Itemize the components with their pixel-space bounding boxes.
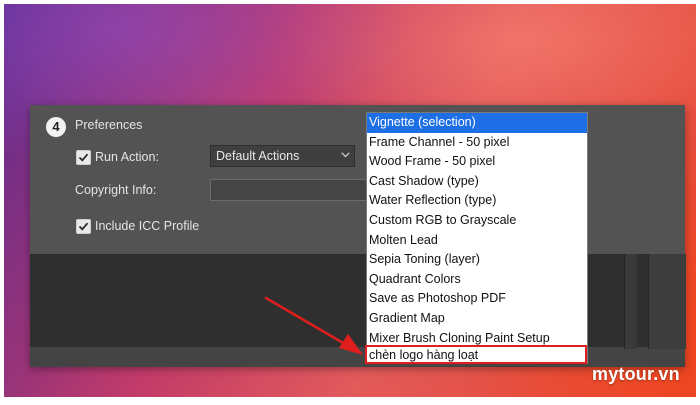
dropdown-item-water-reflection[interactable]: Water Reflection (type) [367,191,587,211]
include-icc-checkbox[interactable] [76,219,91,234]
action-set-value: Default Actions [216,149,300,163]
action-set-select[interactable]: Default Actions [210,145,355,167]
dropdown-item-sepia-toning[interactable]: Sepia Toning (layer) [367,250,587,270]
copyright-info-input[interactable] [210,179,370,201]
dropdown-item-custom-rgb[interactable]: Custom RGB to Grayscale [367,211,587,231]
dropdown-item-vignette[interactable]: Vignette (selection) [367,113,587,133]
dropdown-item-save-pdf[interactable]: Save as Photoshop PDF [367,289,587,309]
include-icc-label: Include ICC Profile [95,219,200,233]
dropdown-item-molten-lead[interactable]: Molten Lead [367,231,587,251]
dropdown-item-frame-channel[interactable]: Frame Channel - 50 pixel [367,133,587,153]
side-scrollbar[interactable] [624,254,637,349]
action-dropdown-list[interactable]: Vignette (selection) Frame Channel - 50 … [366,112,588,364]
chevron-down-icon [341,152,350,158]
dropdown-item-gradient-map[interactable]: Gradient Map [367,309,587,329]
dropdown-item-mixer-brush[interactable]: Mixer Brush Cloning Paint Setup [367,329,587,349]
section-title: Preferences [75,118,143,132]
checkmark-icon [78,222,89,231]
step-number-badge: 4 [46,117,66,137]
side-panel [648,254,686,349]
run-action-checkbox[interactable] [76,150,91,165]
dropdown-item-quadrant-colors[interactable]: Quadrant Colors [367,270,587,290]
checkmark-icon [78,153,89,162]
watermark-logo: mytour.vn [592,364,680,384]
run-action-label: Run Action: [95,150,159,164]
dropdown-item-wood-frame[interactable]: Wood Frame - 50 pixel [367,152,587,172]
copyright-info-label: Copyright Info: [75,183,157,197]
dropdown-item-cast-shadow[interactable]: Cast Shadow (type) [367,172,587,192]
dropdown-item-chen-logo[interactable]: chèn logo hàng loạt [367,348,587,365]
